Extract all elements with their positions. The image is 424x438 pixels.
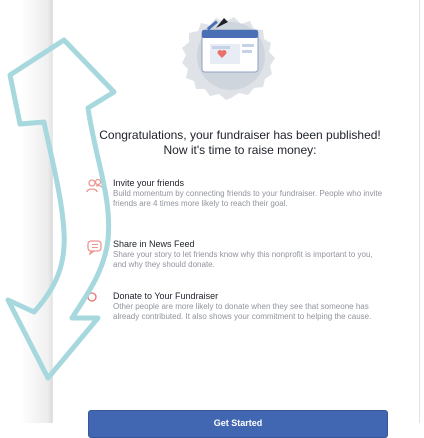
donate-icon xyxy=(87,292,97,302)
heading-line-2: Now it's time to raise money: xyxy=(163,143,317,157)
step-description: Share your story to let friends know why… xyxy=(113,250,373,269)
browser-window-icon xyxy=(201,29,259,73)
share-icon xyxy=(87,240,102,255)
heading-line-1: Congratulations, your fundraiser has bee… xyxy=(99,128,381,142)
get-started-button[interactable]: Get Started xyxy=(88,410,388,438)
step-title: Donate to Your Fundraiser xyxy=(113,291,219,301)
success-heading: Congratulations, your fundraiser has bee… xyxy=(90,128,390,158)
background-shadow xyxy=(0,0,52,423)
step-description: Other people are more likely to donate w… xyxy=(113,302,372,321)
step-title: Share in News Feed xyxy=(113,239,195,249)
fundraiser-badge-illustration xyxy=(182,17,275,100)
step-title: Invite your friends xyxy=(113,178,185,188)
friends-icon xyxy=(86,178,104,193)
step-description: Build momentum by connecting friends to … xyxy=(113,189,383,208)
